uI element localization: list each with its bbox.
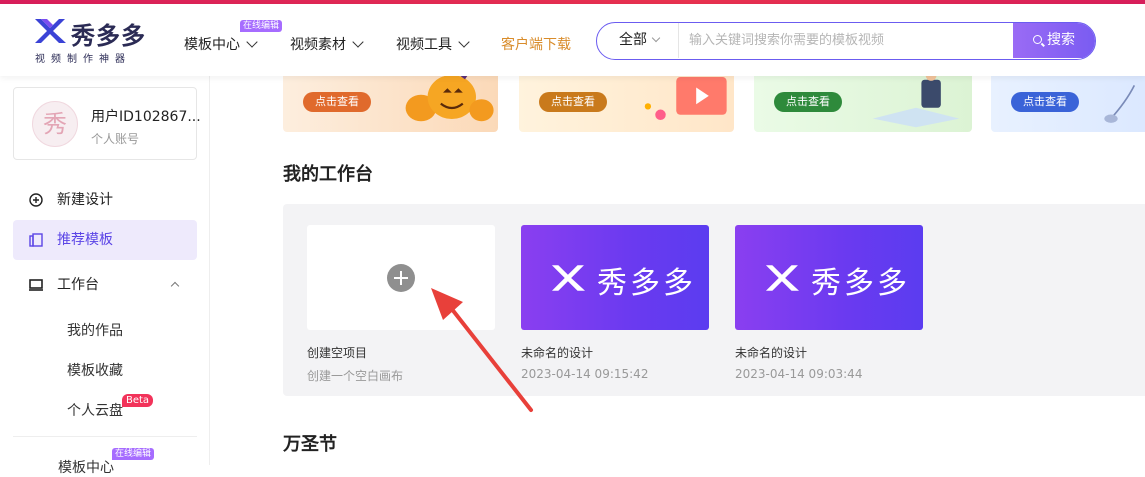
banner-halloween[interactable]: 点击查看 (283, 76, 498, 132)
sidebar-item-label: 新建设计 (57, 192, 113, 208)
template-icon (29, 233, 43, 247)
sidebar-item-favorites[interactable]: 模板收藏 (67, 360, 123, 380)
banner-view-button[interactable]: 点击查看 (303, 92, 371, 112)
search-button-label: 搜索 (1047, 32, 1075, 48)
card-timestamp: 2023-04-14 09:15:42 (521, 367, 649, 381)
nav-video-assets[interactable]: 视频素材 (290, 34, 364, 54)
plus-circle-icon (29, 193, 43, 207)
section-title-workbench: 我的工作台 (283, 164, 373, 185)
search-input[interactable] (679, 23, 1015, 58)
avatar: 秀 (32, 101, 78, 147)
logo-subtitle: 视频制作神器 (35, 54, 131, 65)
nav-label: 视频工具 (396, 37, 452, 53)
chevron-up-icon (170, 281, 180, 291)
sidebar: 秀 用户ID102867... 个人账号 新建设计 推荐模板 工作台 我的作品 … (0, 76, 210, 476)
nav-template-center[interactable]: 模板中心 (184, 34, 258, 54)
sidebar-item-workbench[interactable]: 工作台 (13, 265, 197, 305)
user-card[interactable]: 秀 用户ID102867... 个人账号 (13, 87, 201, 160)
logo-title: 秀多多 (71, 22, 146, 50)
sidebar-item-template-center[interactable]: 模板中心 (58, 457, 114, 477)
search-icon (1033, 35, 1042, 44)
thumbnail-logo: 秀多多 (549, 258, 693, 301)
monitor-icon (29, 279, 43, 291)
thumbnail-logo-text: 秀多多 (811, 266, 910, 301)
chevron-down-icon (651, 33, 661, 43)
banner-promo-3[interactable]: 点击查看 (754, 76, 972, 132)
header: 秀多多 视频制作神器 模板中心 在线编辑 视频素材 视频工具 客户端下载 全部 … (0, 4, 1145, 76)
search-scope-select[interactable]: 全部 (597, 23, 679, 58)
chevron-down-icon (352, 36, 364, 48)
design-thumbnail[interactable]: 秀多多 (735, 225, 923, 330)
logo-x-icon (551, 265, 585, 291)
search-bar: 全部 搜索 (596, 22, 1096, 60)
books-illustration (872, 76, 960, 128)
search-scope-label: 全部 (619, 32, 647, 48)
main-content: 点击查看 点击查看 点击查看 点击查看 我的工作台 创建空项目 创建一个空白画布… (211, 76, 1145, 465)
beta-badge: Beta (122, 394, 154, 407)
video-illustration (644, 77, 727, 121)
pumpkin-illustration (405, 76, 494, 122)
thumbnail-logo-text: 秀多多 (597, 266, 696, 301)
sidebar-item-new-design[interactable]: 新建设计 (13, 180, 197, 220)
user-name: 用户ID102867... (91, 109, 201, 125)
annotation-arrow-icon (431, 288, 533, 412)
sidebar-item-label: 工作台 (57, 277, 99, 293)
sidebar-item-cloud[interactable]: 个人云盘 (67, 400, 123, 420)
search-button[interactable]: 搜索 (1013, 23, 1095, 58)
nav-label: 视频素材 (290, 37, 346, 53)
banner-view-button[interactable]: 点击查看 (539, 92, 607, 112)
logo-x-icon (35, 19, 66, 43)
sidebar-item-label: 推荐模板 (57, 232, 113, 248)
design-thumbnail[interactable]: 秀多多 (521, 225, 709, 330)
design-card[interactable]: 秀多多 未命名的设计 2023-04-14 09:15:42 (521, 225, 709, 381)
card-title: 未命名的设计 (735, 346, 808, 360)
workbench-panel: 创建空项目 创建一个空白画布 秀多多 未命名的设计 2023-04-14 09:… (283, 204, 1145, 396)
chevron-down-icon (246, 36, 258, 48)
thumbnail-logo: 秀多多 (763, 258, 907, 301)
nav-video-tools[interactable]: 视频工具 (396, 34, 470, 54)
banner-view-button[interactable]: 点击查看 (774, 92, 842, 112)
card-title: 未命名的设计 (521, 346, 594, 360)
online-edit-badge: 在线编辑 (112, 448, 155, 460)
nav-label: 模板中心 (184, 37, 240, 53)
banner-promo-2[interactable]: 点击查看 (519, 76, 734, 132)
mouse-illustration (1104, 84, 1136, 123)
sidebar-item-my-works[interactable]: 我的作品 (67, 320, 123, 340)
plus-icon[interactable] (387, 264, 415, 292)
chevron-down-icon (458, 36, 470, 48)
online-edit-badge: 在线编辑 (240, 20, 283, 32)
banner-view-button[interactable]: 点击查看 (1011, 92, 1079, 112)
logo[interactable]: 秀多多 视频制作神器 (33, 16, 163, 66)
banner-promo-4[interactable]: 点击查看 (991, 76, 1145, 132)
user-account-type: 个人账号 (91, 132, 140, 146)
card-timestamp: 2023-04-14 09:03:44 (735, 367, 863, 381)
logo-x-icon (765, 265, 799, 291)
design-card[interactable]: 秀多多 未命名的设计 2023-04-14 09:03:44 (735, 225, 923, 381)
nav-client-download[interactable]: 客户端下载 (501, 34, 571, 54)
section-title-halloween: 万圣节 (283, 434, 337, 455)
sidebar-item-recommend[interactable]: 推荐模板 (13, 220, 197, 260)
sidebar-divider (13, 436, 197, 437)
